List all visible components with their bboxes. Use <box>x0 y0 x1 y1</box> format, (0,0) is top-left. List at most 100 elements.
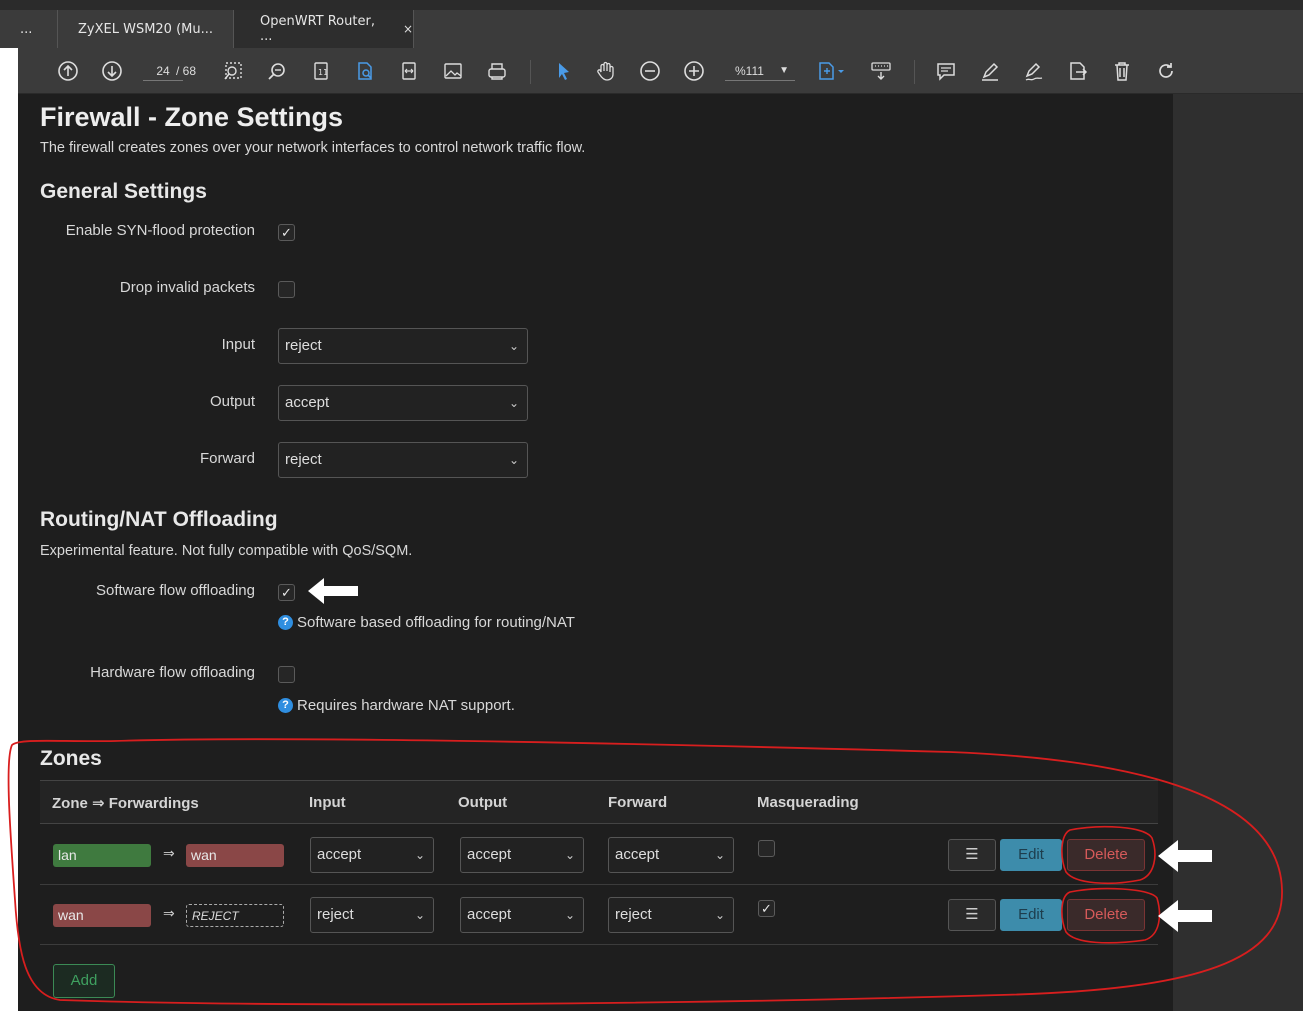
prev-page-icon[interactable] <box>55 58 81 84</box>
table-row: lan ⇒ wan accept ⌄ accept ⌄ accept ⌄ ☰ Edit… <box>40 825 1158 885</box>
toolbar-divider <box>530 60 531 84</box>
white-arrow-annotation <box>308 578 358 604</box>
add-zone-button[interactable]: Add <box>53 964 115 998</box>
zones-heading: Zones <box>40 747 102 770</box>
right-panel <box>1173 94 1303 1011</box>
tab-zyxel[interactable]: ZyXEL WSM20 (Mu... <box>58 10 234 48</box>
zone-input-select[interactable]: accept ⌄ <box>310 837 434 873</box>
forward-label: Forward <box>199 450 255 467</box>
zoom-level-select[interactable]: %111 ▼ <box>725 61 795 81</box>
select-value: accept <box>467 846 512 863</box>
find-icon[interactable] <box>352 58 378 84</box>
forward-target-badge: wan <box>186 844 284 867</box>
toolbar-divider <box>914 60 915 84</box>
masquerading-column-header: Masquerading <box>757 794 859 811</box>
select-value: reject <box>317 906 354 923</box>
tab-label: OpenWRT Router, ... <box>260 14 375 44</box>
help-icon: ? <box>278 698 293 713</box>
left-margin <box>0 48 18 1011</box>
output-label: Output <box>209 393 255 410</box>
output-column-header: Output <box>458 794 508 811</box>
drag-menu-button[interactable]: ☰ <box>948 839 996 871</box>
select-value: accept <box>285 394 330 411</box>
drag-menu-button[interactable]: ☰ <box>948 899 996 931</box>
edit-button[interactable]: Edit <box>1000 839 1062 871</box>
hardware-offload-label: Hardware flow offloading <box>90 664 255 681</box>
zone-output-select[interactable]: accept ⌄ <box>460 837 584 873</box>
zone-badge-wan: wan <box>53 904 151 927</box>
zoom-search-icon[interactable] <box>264 58 290 84</box>
edit-button[interactable]: Edit <box>1000 899 1062 931</box>
select-pointer-icon[interactable] <box>550 58 576 84</box>
zone-forward-select[interactable]: reject ⌄ <box>608 897 734 933</box>
chevron-down-icon: ⌄ <box>564 848 575 862</box>
chevron-down-icon: ⌄ <box>414 848 425 862</box>
zoom-level-value: %111 <box>735 64 764 78</box>
next-page-icon[interactable] <box>99 58 125 84</box>
offloading-description: Experimental feature. Not fully compatib… <box>40 543 413 559</box>
select-value: reject <box>285 451 322 468</box>
delete-button[interactable]: Delete <box>1067 899 1145 931</box>
image-icon[interactable] <box>440 58 466 84</box>
chevron-down-icon: ⌄ <box>414 908 425 922</box>
rotate-icon[interactable] <box>1153 58 1179 84</box>
forward-arrow: ⇒ <box>163 845 175 861</box>
comment-icon[interactable] <box>933 58 959 84</box>
forward-target-badge: REJECT <box>186 904 284 927</box>
zone-badge-lan: lan <box>53 844 151 867</box>
masquerading-checkbox[interactable]: ✓ <box>758 900 775 917</box>
zoom-out-icon[interactable] <box>637 58 663 84</box>
forward-arrow: ⇒ <box>163 905 175 921</box>
chevron-down-icon: ⌄ <box>714 848 725 862</box>
fit-width-icon[interactable] <box>396 58 422 84</box>
software-offload-checkbox[interactable]: ✓ <box>278 584 295 601</box>
tab-openwrt-active[interactable]: OpenWRT Router, ... × <box>234 10 414 48</box>
hand-icon[interactable] <box>593 58 619 84</box>
help-text: Software based offloading for routing/NA… <box>297 614 575 631</box>
page-title: Firewall - Zone Settings <box>40 102 344 132</box>
page-tools-icon[interactable] <box>814 58 850 84</box>
help-text: Requires hardware NAT support. <box>297 697 515 714</box>
syn-flood-checkbox[interactable]: ✓ <box>278 224 295 241</box>
sign-icon[interactable] <box>1021 58 1047 84</box>
delete-icon[interactable] <box>1109 58 1135 84</box>
pdf-toolbar: 24 / 68 11 %111 ▼ <box>18 48 1303 94</box>
close-tab-icon[interactable]: × <box>403 22 413 36</box>
page-description: The firewall creates zones over your net… <box>40 140 586 156</box>
fit-page-icon[interactable]: 11 <box>308 58 334 84</box>
software-offload-label: Software flow offloading <box>96 582 255 599</box>
zone-forward-select[interactable]: accept ⌄ <box>608 837 734 873</box>
print-icon[interactable] <box>484 58 510 84</box>
select-value: reject <box>285 337 322 354</box>
software-offload-help: ? Software based offloading for routing/N… <box>278 614 575 631</box>
input-label: Input <box>221 336 255 353</box>
marquee-zoom-icon[interactable] <box>220 58 246 84</box>
chevron-down-icon: ▼ <box>779 65 789 76</box>
drop-invalid-checkbox[interactable] <box>278 281 295 298</box>
svg-text:11: 11 <box>318 68 328 77</box>
hardware-offload-checkbox[interactable] <box>278 666 295 683</box>
input-column-header: Input <box>309 794 346 811</box>
export-icon[interactable] <box>1065 58 1091 84</box>
forward-policy-select[interactable]: reject ⌄ <box>278 442 528 478</box>
chevron-down-icon: ⌄ <box>508 396 519 410</box>
zone-output-select[interactable]: accept ⌄ <box>460 897 584 933</box>
firewall-page: Firewall - Zone Settings The firewall cr… <box>18 94 1173 1011</box>
keyboard-icon[interactable] <box>868 58 894 84</box>
output-policy-select[interactable]: accept ⌄ <box>278 385 528 421</box>
tab-label: ZyXEL WSM20 (Mu... <box>78 21 214 37</box>
tab-previous[interactable]: ... <box>18 10 58 48</box>
delete-button[interactable]: Delete <box>1067 839 1145 871</box>
table-row: wan ⇒ REJECT reject ⌄ accept ⌄ reject ⌄ ✓ ☰… <box>40 885 1158 945</box>
masquerading-checkbox[interactable] <box>758 840 775 857</box>
highlight-icon[interactable] <box>977 58 1003 84</box>
forward-column-header: Forward <box>608 794 668 811</box>
zoom-in-icon[interactable] <box>681 58 707 84</box>
chevron-down-icon: ⌄ <box>714 908 725 922</box>
input-policy-select[interactable]: reject ⌄ <box>278 328 528 364</box>
chevron-down-icon: ⌄ <box>564 908 575 922</box>
offloading-heading: Routing/NAT Offloading <box>40 508 278 531</box>
zone-input-select[interactable]: reject ⌄ <box>310 897 434 933</box>
syn-flood-label: Enable SYN-flood protection <box>65 222 255 239</box>
drop-invalid-label: Drop invalid packets <box>119 279 255 296</box>
